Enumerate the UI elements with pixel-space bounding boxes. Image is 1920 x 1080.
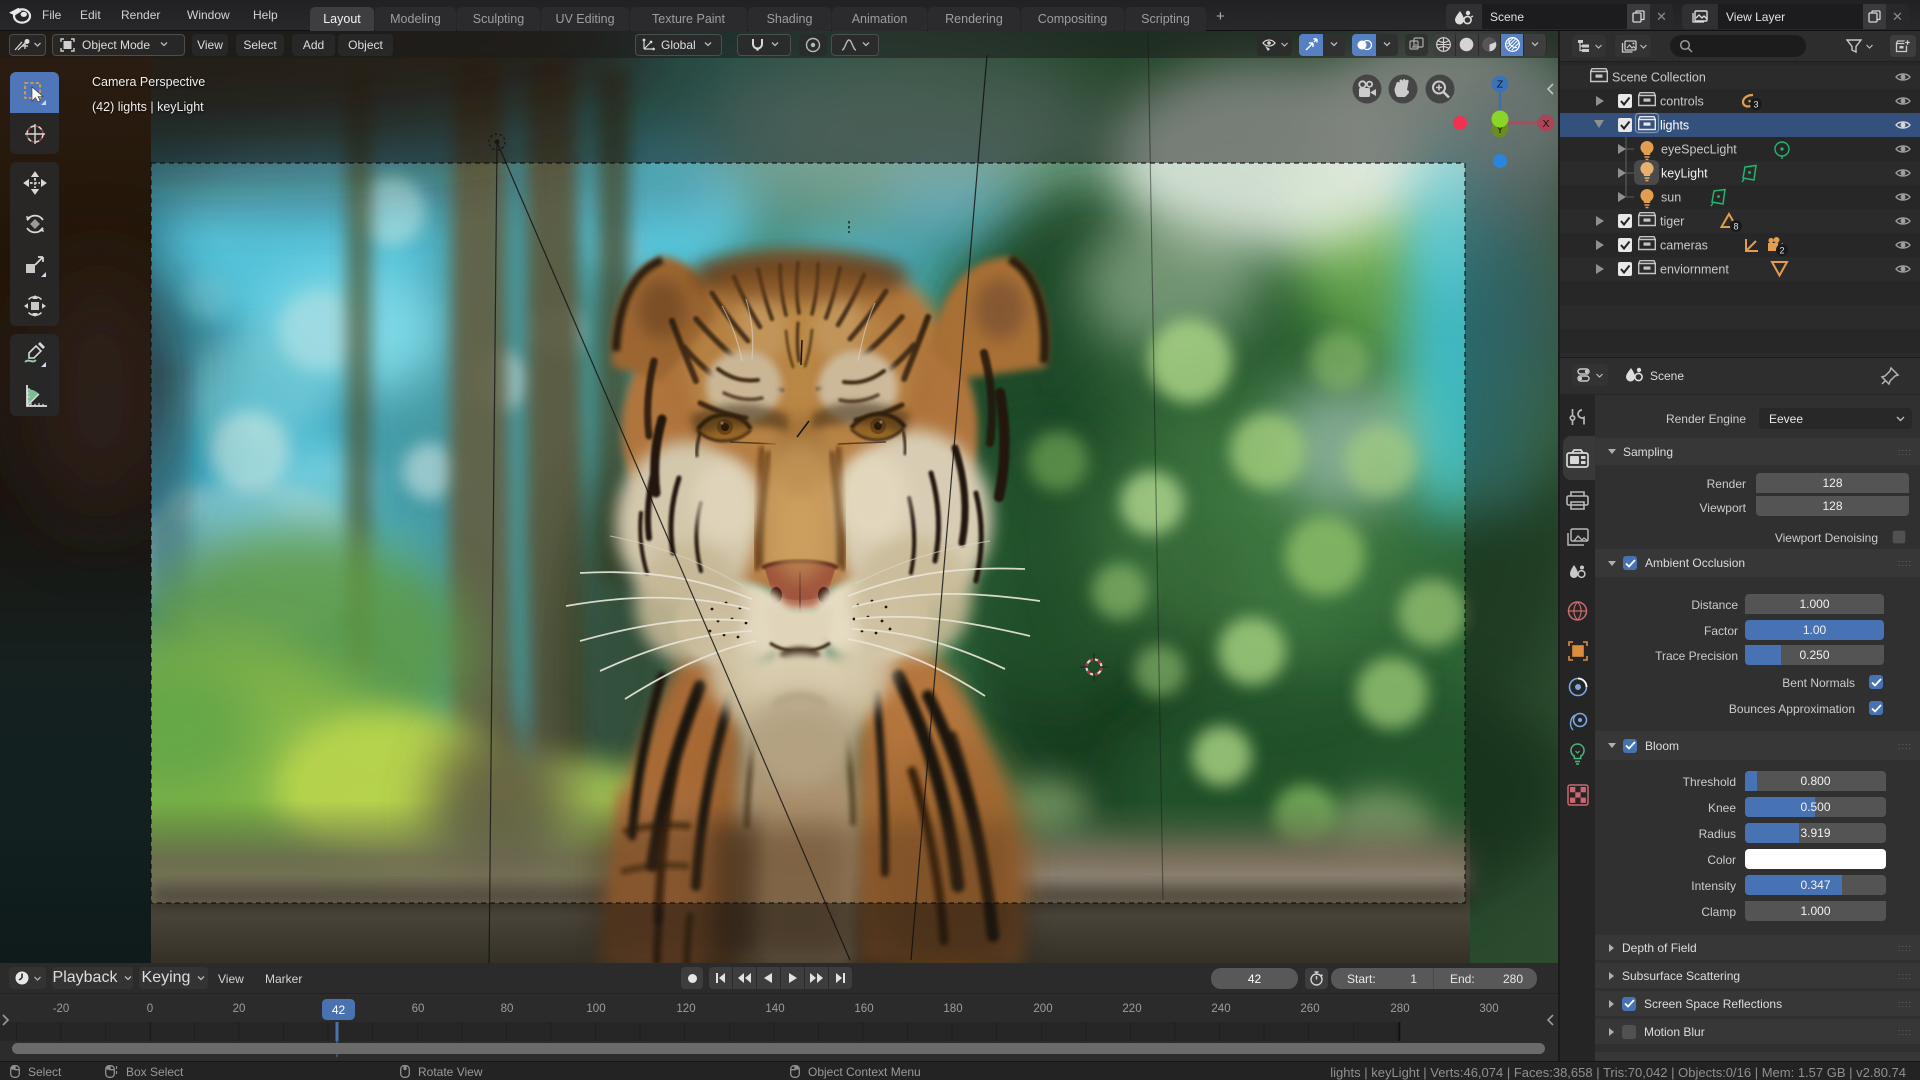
svg-text:enviornment: enviornment (1660, 263, 1729, 277)
svg-text:80: 80 (501, 1003, 514, 1015)
svg-text:Scene Collection: Scene Collection (1612, 71, 1706, 85)
svg-text:240: 240 (1211, 1003, 1230, 1015)
svg-text:220: 220 (1122, 1003, 1141, 1015)
svg-text:eyeSpecLight: eyeSpecLight (1661, 143, 1737, 157)
svg-text:300: 300 (1479, 1003, 1498, 1015)
svg-text:controls: controls (1660, 95, 1704, 109)
svg-text:2: 2 (1779, 246, 1784, 256)
svg-text:260: 260 (1300, 1003, 1319, 1015)
svg-text:140: 140 (765, 1003, 784, 1015)
svg-text:100: 100 (586, 1003, 605, 1015)
svg-text:-20: -20 (53, 1003, 70, 1015)
svg-text:0: 0 (147, 1003, 153, 1015)
svg-text:20: 20 (233, 1003, 246, 1015)
svg-text:60: 60 (412, 1003, 425, 1015)
svg-text:200: 200 (1033, 1003, 1052, 1015)
svg-text:180: 180 (943, 1003, 962, 1015)
svg-text:X: X (1542, 118, 1549, 130)
svg-text:keyLight: keyLight (1661, 167, 1708, 181)
svg-text:42: 42 (332, 1003, 346, 1017)
svg-text:3: 3 (1753, 100, 1758, 110)
svg-text:lights: lights (1660, 119, 1689, 133)
svg-text:tiger: tiger (1660, 215, 1684, 229)
svg-text:Z: Z (1497, 79, 1504, 91)
svg-text:8: 8 (1733, 222, 1738, 232)
svg-text:280: 280 (1390, 1003, 1409, 1015)
svg-text:160: 160 (854, 1003, 873, 1015)
svg-text:sun: sun (1661, 191, 1681, 205)
svg-text:120: 120 (676, 1003, 695, 1015)
svg-text:cameras: cameras (1660, 239, 1708, 253)
